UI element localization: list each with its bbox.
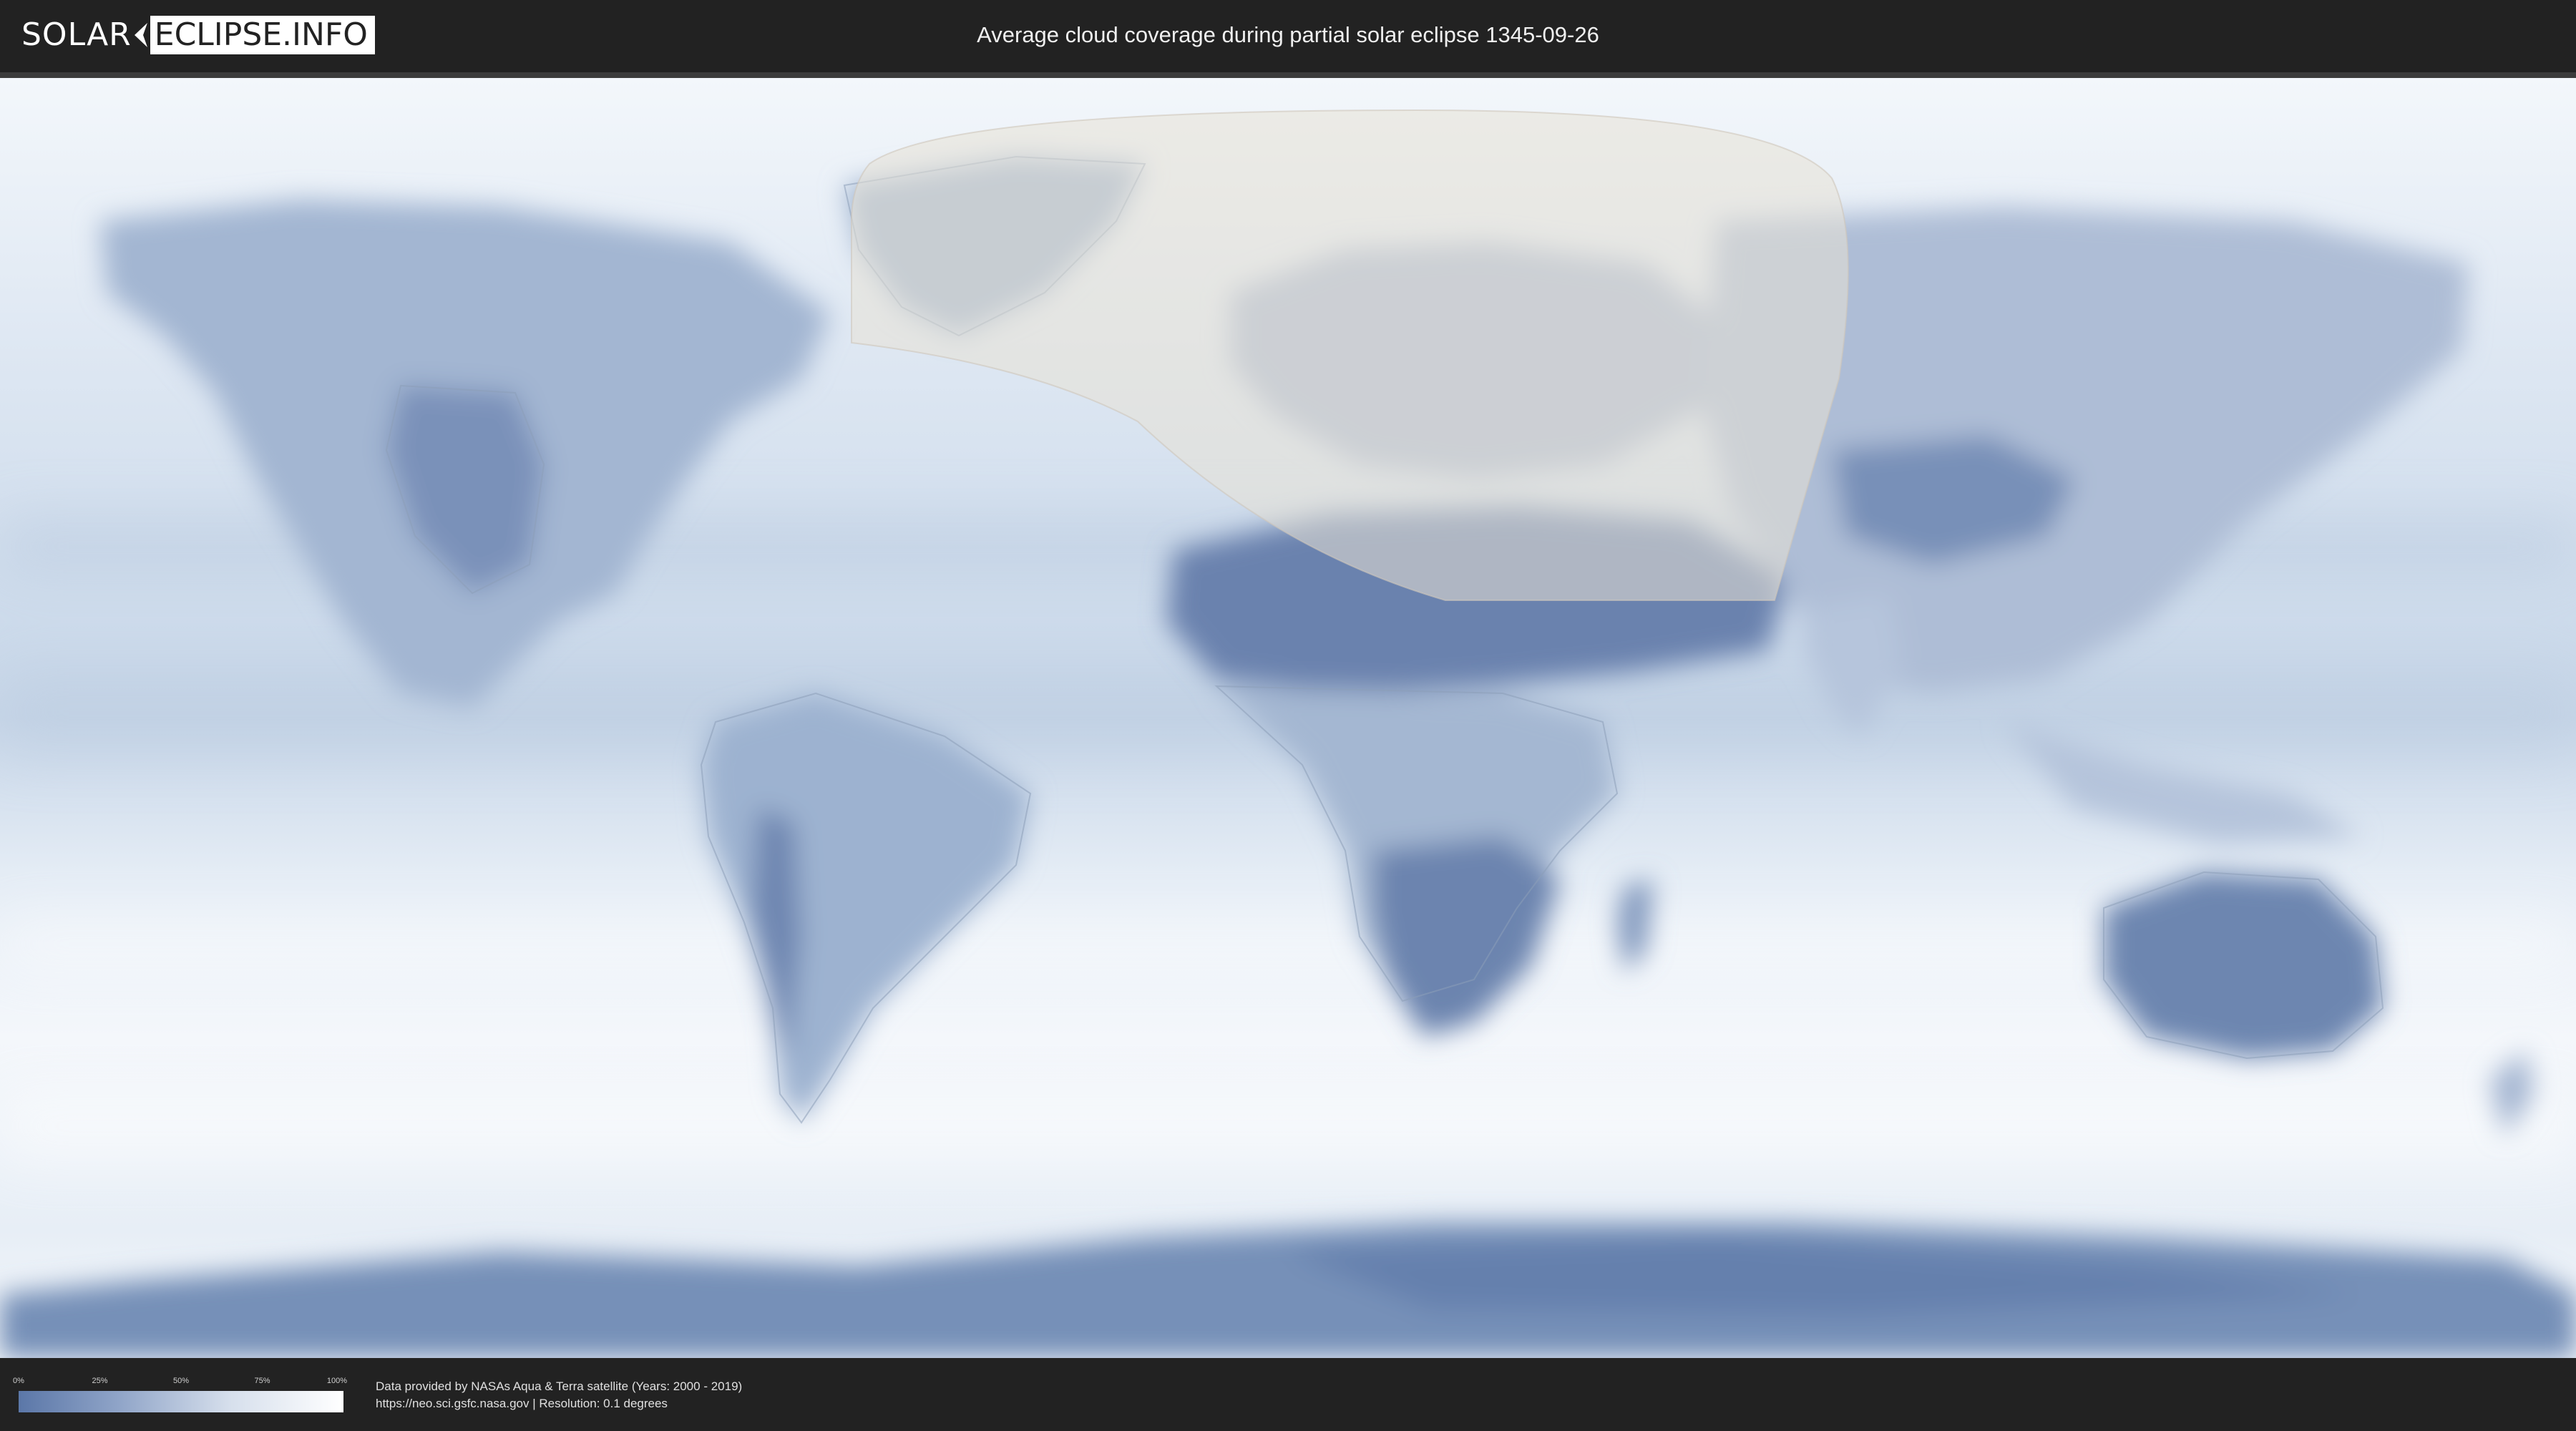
source-url-line[interactable]: https://neo.sci.gsfc.nasa.gov | Resoluti… bbox=[376, 1397, 668, 1411]
data-credit-line: Data provided by NASAs Aqua & Terra sate… bbox=[376, 1379, 743, 1393]
world-map-svg bbox=[0, 78, 2576, 1358]
legend-tick-75: 75% bbox=[254, 1377, 270, 1385]
legend-tick-0: 0% bbox=[13, 1377, 24, 1385]
header-bar: SOLAR ECLIPSE.INFO Average cloud coverag… bbox=[0, 0, 2576, 72]
legend-tick-100: 100% bbox=[326, 1377, 347, 1385]
footer-bar bbox=[0, 1358, 2576, 1431]
cloud-coverage-legend-gradient bbox=[19, 1391, 343, 1412]
legend-tick-25: 25% bbox=[92, 1377, 108, 1385]
page-title: Average cloud coverage during partial so… bbox=[977, 22, 1599, 47]
legend-tick-50: 50% bbox=[172, 1377, 190, 1385]
legend-tick-labels: 0% 25% 50% 75% 100% bbox=[13, 1377, 347, 1387]
cloud-coverage-map[interactable] bbox=[0, 72, 2576, 1358]
